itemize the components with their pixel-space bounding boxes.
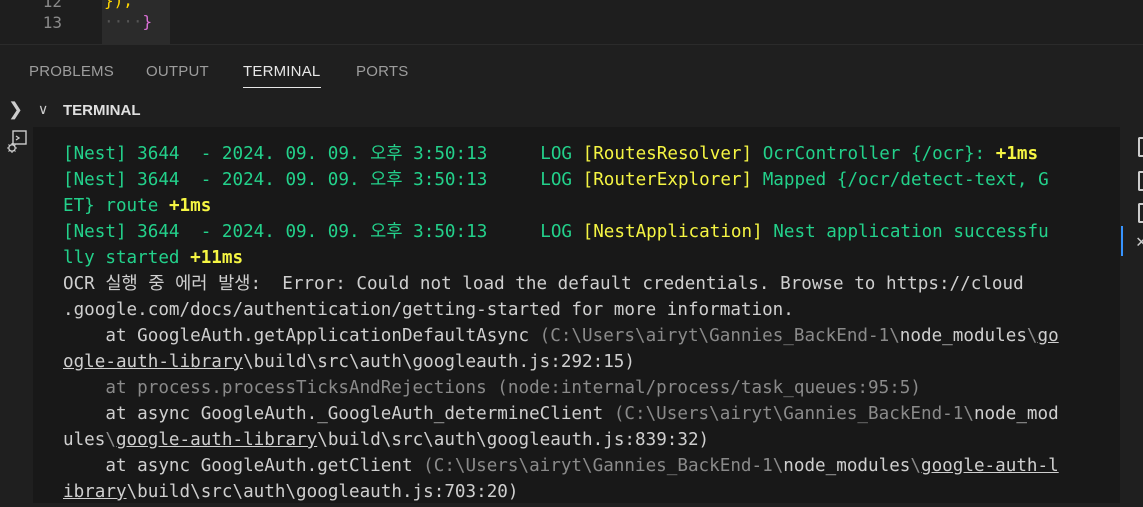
chevron-right-icon[interactable]: ❯ bbox=[8, 99, 23, 120]
error-line: OCR 실행 중 에러 발생: Error: Could not load th… bbox=[63, 274, 1024, 294]
stack-line: ibrary\build\src\auth\googleauth.js:703:… bbox=[63, 479, 518, 503]
log-prefix: [Nest] 3644 - 2024. 09. 09. 오후 3:50:13 L… bbox=[63, 170, 583, 190]
active-terminal-indicator bbox=[1121, 226, 1123, 256]
log-context: [NestApplication] bbox=[582, 222, 774, 242]
code-12-text: }); bbox=[104, 0, 133, 10]
terminal-line: [Nest] 3644 - 2024. 09. 09. 오후 3:50:13 L… bbox=[63, 141, 1038, 167]
code-line-12: }); bbox=[104, 0, 133, 10]
close-icon[interactable]: ✕ bbox=[1136, 231, 1143, 252]
chevron-down-icon[interactable]: ∨ bbox=[38, 101, 48, 118]
stack-path: \build\src\auth\googleauth.js:839:32) bbox=[317, 430, 710, 450]
terminal-instance-icon[interactable] bbox=[1138, 171, 1143, 191]
error-line: .google.com/docs/authentication/getting-… bbox=[63, 300, 794, 320]
log-timing: +1ms bbox=[995, 144, 1039, 164]
tab-output[interactable]: OUTPUT bbox=[146, 63, 209, 80]
stack-line: at process.processTicksAndRejections (no… bbox=[63, 378, 921, 398]
stack-sep: \ bbox=[1026, 326, 1038, 346]
stack-sep: \ bbox=[910, 456, 921, 476]
log-prefix: [Nest] 3644 - 2024. 09. 09. 오후 3:50:13 L… bbox=[63, 144, 583, 164]
stack-link[interactable]: go bbox=[1038, 326, 1059, 346]
terminal-line: [Nest] 3644 - 2024. 09. 09. 오후 3:50:13 L… bbox=[63, 219, 1049, 245]
stack-link[interactable]: ogle-auth-library bbox=[63, 352, 243, 372]
line-number-12: 12 bbox=[42, 0, 62, 11]
terminal-output[interactable]: [Nest] 3644 - 2024. 09. 09. 오후 3:50:13 L… bbox=[33, 127, 1120, 503]
stack-line: ogle-auth-library\build\src\auth\googlea… bbox=[63, 349, 635, 375]
editor-area[interactable]: 12 13 }); ····} bbox=[0, 0, 1143, 44]
log-timing: +11ms bbox=[190, 248, 244, 268]
log-message: lly started bbox=[63, 248, 191, 268]
log-prefix: [Nest] 3644 - 2024. 09. 09. 오후 3:50:13 L… bbox=[63, 222, 583, 242]
stack-frame: at async GoogleAuth._GoogleAuth_determin… bbox=[63, 404, 614, 424]
code-line-13: ····} bbox=[104, 12, 152, 31]
stack-line: ules\google-auth-library\build\src\auth\… bbox=[63, 427, 709, 453]
active-tab-indicator bbox=[243, 87, 321, 88]
terminal-line: lly started +11ms bbox=[63, 245, 243, 271]
stack-link[interactable]: google-auth-l bbox=[921, 456, 1059, 476]
stack-link[interactable]: ibrary bbox=[63, 482, 127, 502]
stack-module: node_modules bbox=[783, 456, 911, 476]
stack-module: node_modules bbox=[899, 326, 1027, 346]
stack-path: \build\src\auth\googleauth.js:703:20) bbox=[126, 482, 519, 502]
stack-sep: \ bbox=[105, 430, 116, 450]
stack-frame: at async GoogleAuth.getClient bbox=[63, 456, 424, 476]
debug-terminal-icon[interactable] bbox=[4, 128, 30, 156]
log-context: [RouterExplorer] bbox=[582, 170, 763, 190]
stack-line: at async GoogleAuth.getClient (C:\Users\… bbox=[63, 453, 1059, 479]
log-timing: +1ms bbox=[168, 196, 212, 216]
whitespace-dots: ···· bbox=[104, 12, 143, 31]
log-context: [RoutesResolver] bbox=[582, 144, 763, 164]
tab-terminal[interactable]: TERMINAL bbox=[243, 63, 320, 80]
terminal-tabs-strip: ✕ bbox=[1120, 127, 1143, 503]
panel-tab-bar: PROBLEMS OUTPUT TERMINAL PORTS bbox=[0, 45, 1143, 95]
terminal-line: ET} route +1ms bbox=[63, 193, 211, 219]
line-number-13: 13 bbox=[42, 13, 62, 32]
stack-path: \build\src\auth\googleauth.js:292:15) bbox=[243, 352, 635, 372]
stack-path: (C:\Users\airyt\Gannies_BackEnd-1\ bbox=[539, 326, 900, 346]
tab-ports[interactable]: PORTS bbox=[356, 63, 408, 80]
log-message: Nest application successfu bbox=[773, 222, 1049, 242]
stack-path: (C:\Users\airyt\Gannies_BackEnd-1\ bbox=[423, 456, 784, 476]
tab-problems[interactable]: PROBLEMS bbox=[29, 63, 114, 80]
stack-module: node_mod bbox=[973, 404, 1059, 424]
stack-line: at GoogleAuth.getApplicationDefaultAsync… bbox=[63, 323, 1059, 349]
terminal-instance-icon[interactable] bbox=[1138, 137, 1143, 157]
log-message: ET} route bbox=[63, 196, 169, 216]
closing-brace: } bbox=[142, 12, 153, 31]
log-message: Mapped {/ocr/detect-text, G bbox=[762, 170, 1049, 190]
log-message: OcrController {/ocr}: bbox=[762, 144, 996, 164]
stack-line: at async GoogleAuth._GoogleAuth_determin… bbox=[63, 401, 1059, 427]
terminal-line: [Nest] 3644 - 2024. 09. 09. 오후 3:50:13 L… bbox=[63, 167, 1049, 193]
stack-path: (C:\Users\airyt\Gannies_BackEnd-1\ bbox=[613, 404, 974, 424]
terminal-section-header[interactable]: ❯ ∨ TERMINAL bbox=[0, 95, 1143, 127]
stack-frame: at GoogleAuth.getApplicationDefaultAsync bbox=[63, 326, 540, 346]
terminal-section-title: TERMINAL bbox=[63, 102, 141, 119]
stack-link[interactable]: google-auth-library bbox=[116, 430, 317, 450]
stack-module: ules bbox=[63, 430, 106, 450]
terminal-instance-icon[interactable] bbox=[1138, 203, 1143, 223]
